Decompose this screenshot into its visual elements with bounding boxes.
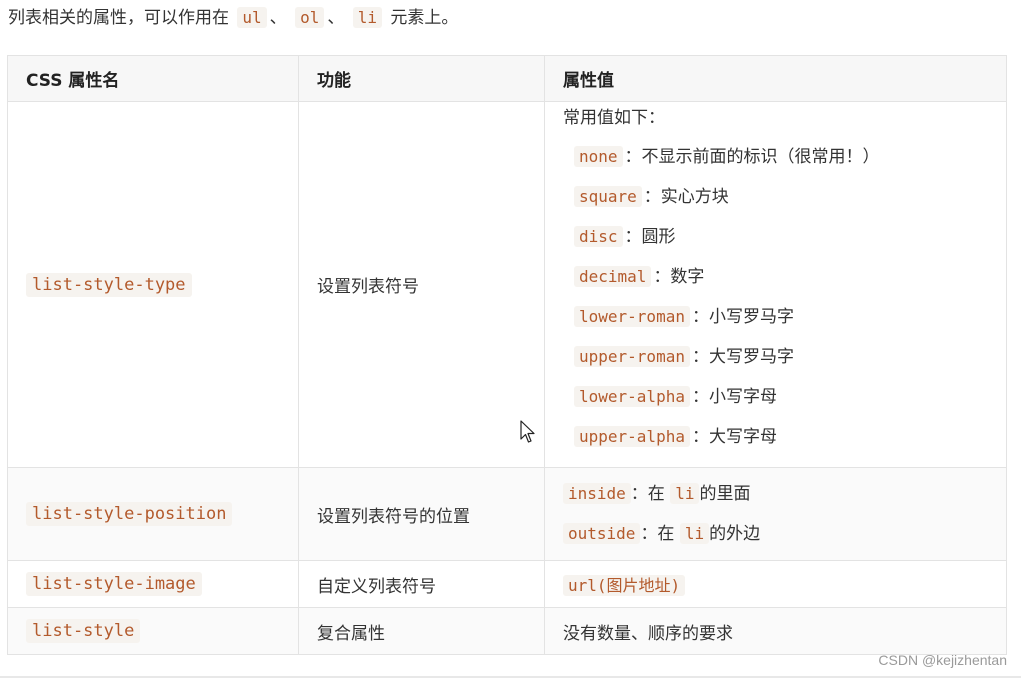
value-item: lower-roman ：小写罗马字 <box>563 297 1006 337</box>
value-desc: 的外边 <box>709 524 761 544</box>
values-cell: 常用值如下： none ：不显示前面的标识（很常用！） square ：实心方块 d… <box>544 101 1007 468</box>
property-cell: list-style <box>7 607 299 655</box>
function-cell: 设置列表符号 <box>298 101 545 468</box>
value-item: outside ：在 li 的外边 <box>563 514 1006 554</box>
value-url-close: ) <box>670 576 681 595</box>
value-url-open: url( <box>568 576 607 595</box>
value-item: square ：实心方块 <box>563 177 1006 217</box>
value-mid: ：在 <box>630 484 665 504</box>
table-row: list-style 复合属性 没有数量、顺序的要求 <box>7 607 1007 655</box>
value-url: url(图片地址) <box>563 575 686 596</box>
header-values: 属性值 <box>544 55 1007 102</box>
value-tag: li <box>679 523 710 544</box>
property-name: list-style <box>26 619 141 643</box>
header-property-name: CSS 属性名 <box>7 55 299 102</box>
intro-tag-ul: ul <box>237 7 267 28</box>
function-cell: 复合属性 <box>298 607 545 655</box>
values-cell: url(图片地址) <box>544 560 1007 608</box>
property-name: list-style-position <box>26 502 233 526</box>
value-tag: li <box>670 483 700 504</box>
function-cell: 设置列表符号的位置 <box>298 467 545 561</box>
value-desc: ：实心方块 <box>643 186 729 207</box>
property-cell: list-style-image <box>7 560 299 608</box>
value-item: lower-alpha ：小写字母 <box>563 377 1006 417</box>
value-code: lower-roman <box>574 305 690 327</box>
value-code: square <box>574 185 642 207</box>
value-item: upper-alpha ：大写字母 <box>563 417 1006 457</box>
intro-prefix: 列表相关的属性，可以作用在 <box>8 8 229 28</box>
value-code: upper-alpha <box>574 425 690 447</box>
intro-tag-ol: ol <box>295 7 325 28</box>
value-desc: ：大写罗马字 <box>691 346 794 367</box>
table-row: list-style-position 设置列表符号的位置 inside ：在 l… <box>7 467 1007 561</box>
intro-suffix: 元素上。 <box>390 8 459 28</box>
table-row: list-style-image 自定义列表符号 url(图片地址) <box>7 560 1007 608</box>
value-code: outside <box>563 523 641 544</box>
intro-text: 列表相关的属性，可以作用在 ul、 ol、 li 元素上。 <box>8 4 458 32</box>
table-header-row: CSS 属性名 功能 属性值 <box>7 55 1007 102</box>
value-desc: ：数字 <box>653 266 705 287</box>
value-desc: ：圆形 <box>624 226 676 247</box>
value-desc: ：不显示前面的标识（很常用！） <box>624 146 880 167</box>
property-name: list-style-type <box>26 272 192 297</box>
property-cell: list-style-type <box>7 101 299 468</box>
value-url-note: 图片地址 <box>606 576 671 595</box>
value-code: decimal <box>574 265 652 287</box>
property-name: list-style-image <box>26 572 202 596</box>
value-item: inside ：在 li 的里面 <box>563 474 1006 514</box>
value-code: none <box>574 145 623 167</box>
intro-sep-1: 、 <box>269 8 287 28</box>
property-cell: list-style-position <box>7 467 299 561</box>
value-code: disc <box>574 225 623 247</box>
value-code: lower-alpha <box>574 385 690 407</box>
watermark: CSDN @kejizhentan <box>878 652 1007 668</box>
header-function: 功能 <box>298 55 545 102</box>
value-item: disc ：圆形 <box>563 217 1006 257</box>
value-code: upper-roman <box>574 345 690 367</box>
value-desc: ：小写字母 <box>691 386 777 407</box>
value-desc: ：大写字母 <box>691 426 777 447</box>
value-item: decimal ：数字 <box>563 257 1006 297</box>
intro-tag-li: li <box>352 7 383 28</box>
value-desc: 的里面 <box>699 484 751 504</box>
value-item: upper-roman ：大写罗马字 <box>563 337 1006 377</box>
value-item: none ：不显示前面的标识（很常用！） <box>563 137 1006 177</box>
function-cell: 自定义列表符号 <box>298 560 545 608</box>
values-cell: inside ：在 li 的里面 outside ：在 li 的外边 <box>544 467 1007 561</box>
values-cell: 没有数量、顺序的要求 <box>544 607 1007 655</box>
css-properties-table: CSS 属性名 功能 属性值 list-style-type 设置列表符号 常用… <box>7 55 1007 655</box>
intro-sep-2: 、 <box>327 8 345 28</box>
value-code: inside <box>563 483 631 504</box>
values-title: 常用值如下： <box>563 107 665 128</box>
value-desc: ：小写罗马字 <box>691 306 794 327</box>
table-row: list-style-type 设置列表符号 常用值如下： none ：不显示前面… <box>7 101 1007 468</box>
mouse-pointer-icon <box>520 420 536 444</box>
value-mid: ：在 <box>640 524 675 544</box>
